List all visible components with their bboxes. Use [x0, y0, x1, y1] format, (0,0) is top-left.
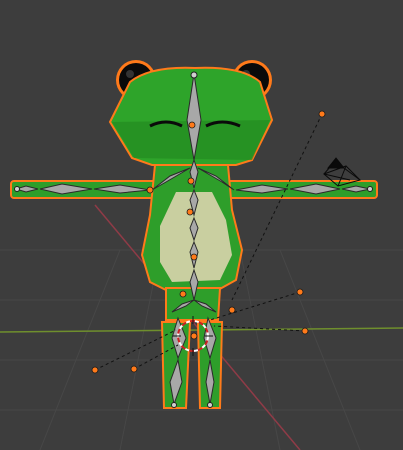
control-point[interactable] — [296, 288, 304, 296]
control-point[interactable] — [190, 253, 198, 261]
control-point[interactable] — [301, 327, 309, 335]
control-point[interactable] — [187, 177, 195, 185]
control-point[interactable] — [228, 306, 236, 314]
scene-canvas[interactable] — [0, 0, 403, 450]
control-point[interactable] — [190, 332, 198, 340]
3d-viewport[interactable] — [0, 0, 403, 450]
control-point[interactable] — [179, 290, 187, 298]
control-point[interactable] — [318, 110, 326, 118]
control-point[interactable] — [186, 208, 194, 216]
control-point[interactable] — [130, 365, 138, 373]
control-point[interactable] — [91, 366, 99, 374]
control-point[interactable] — [188, 121, 196, 129]
control-point[interactable] — [146, 186, 154, 194]
